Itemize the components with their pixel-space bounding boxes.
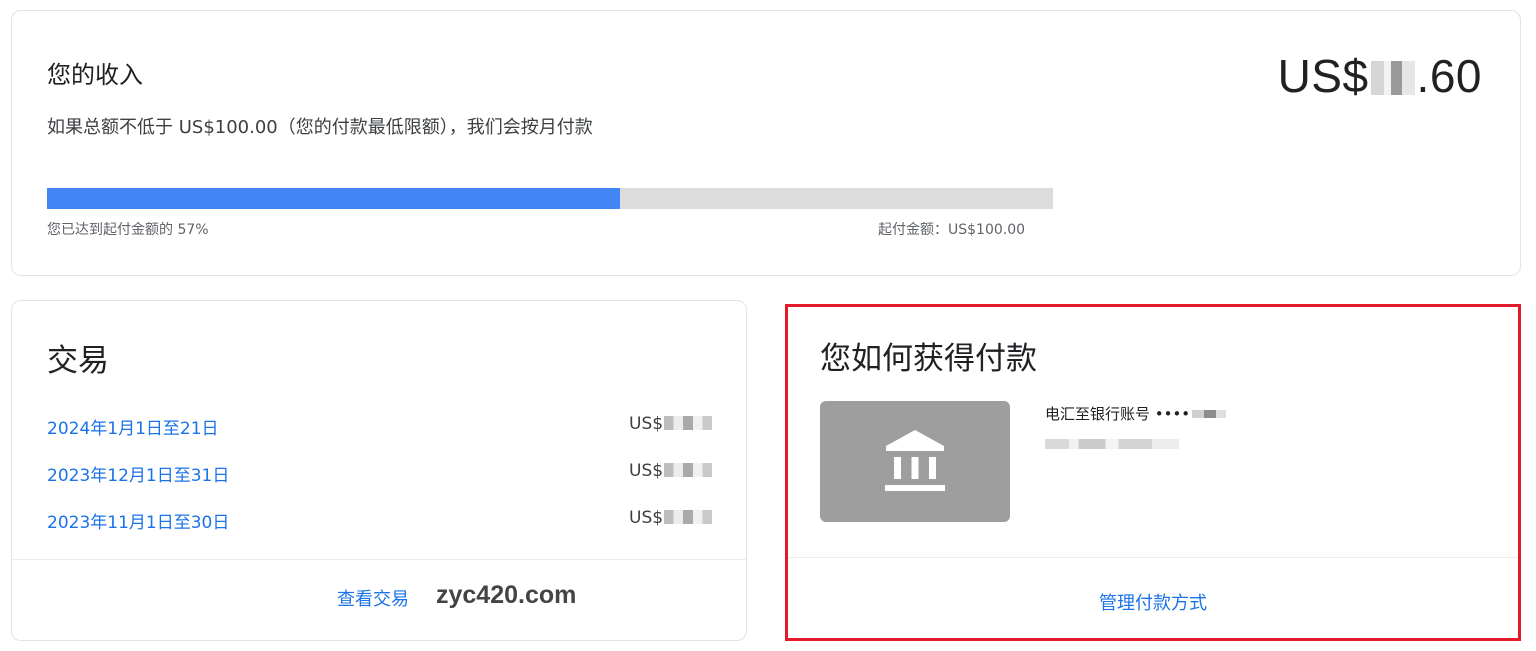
earnings-amount: US$ .60 bbox=[1278, 49, 1482, 103]
payment-method-title: 您如何获得付款 bbox=[820, 341, 1037, 377]
bank-icon bbox=[885, 430, 945, 491]
redacted-mask bbox=[664, 463, 713, 477]
payment-threshold-description: 如果总额不低于 US$100.00（您的付款最低限额），我们会按月付款 bbox=[47, 117, 593, 138]
manage-payment-methods-link[interactable]: 管理付款方式 bbox=[788, 589, 1518, 615]
earnings-amount-suffix: .60 bbox=[1416, 50, 1482, 102]
redacted-mask bbox=[1192, 410, 1227, 418]
transaction-amount: US$ bbox=[629, 508, 713, 528]
threshold-label: 起付金额：US$100.00 bbox=[878, 222, 1026, 238]
transaction-amount: US$ bbox=[629, 461, 713, 481]
earnings-title: 您的收入 bbox=[47, 61, 143, 89]
transaction-amount-prefix: US$ bbox=[629, 508, 664, 528]
redacted-mask bbox=[664, 416, 713, 430]
transaction-period-link[interactable]: 2023年12月1日至31日 bbox=[47, 461, 229, 486]
earnings-amount-prefix: US$ bbox=[1277, 50, 1369, 102]
transaction-row: 2023年11月1日至30日 US$ bbox=[47, 508, 727, 533]
threshold-progress-bar bbox=[47, 188, 1053, 209]
view-transactions-link[interactable]: 查看交易 bbox=[337, 585, 409, 611]
watermark-text: zyc420.com bbox=[436, 581, 577, 609]
earnings-card: 您的收入 US$ .60 如果总额不低于 US$100.00（您的付款最低限额），… bbox=[11, 10, 1521, 276]
transaction-amount-prefix: US$ bbox=[629, 461, 664, 481]
footer-divider bbox=[12, 559, 746, 560]
transactions-footer: 查看交易 zyc420.com bbox=[12, 559, 746, 640]
transaction-row: 2023年12月1日至31日 US$ bbox=[47, 461, 727, 486]
transaction-period-link[interactable]: 2023年11月1日至30日 bbox=[47, 508, 229, 533]
transactions-card: 交易 2024年1月1日至21日 US$ 2023年12月1日至31日 US$ … bbox=[11, 300, 747, 641]
bank-account-label: 电汇至银行账号 •••• bbox=[1045, 403, 1227, 424]
bank-account-details-redacted bbox=[1045, 439, 1179, 449]
bank-account-text: 电汇至银行账号 •••• bbox=[1045, 405, 1191, 423]
footer-divider bbox=[788, 557, 1518, 558]
transaction-row: 2024年1月1日至21日 US$ bbox=[47, 414, 727, 439]
transaction-amount-prefix: US$ bbox=[629, 414, 664, 434]
redacted-mask bbox=[1370, 61, 1415, 95]
payment-method-card: 您如何获得付款 电汇至银行账号 •••• 管理付款方式 bbox=[785, 304, 1521, 641]
transaction-period-link[interactable]: 2024年1月1日至21日 bbox=[47, 414, 219, 439]
redacted-mask bbox=[664, 510, 713, 524]
bank-tile bbox=[820, 401, 1010, 522]
progress-label: 您已达到起付金额的 57% bbox=[47, 222, 209, 238]
threshold-progress-fill bbox=[47, 188, 621, 209]
transaction-amount: US$ bbox=[629, 414, 713, 434]
transactions-title: 交易 bbox=[47, 343, 109, 379]
